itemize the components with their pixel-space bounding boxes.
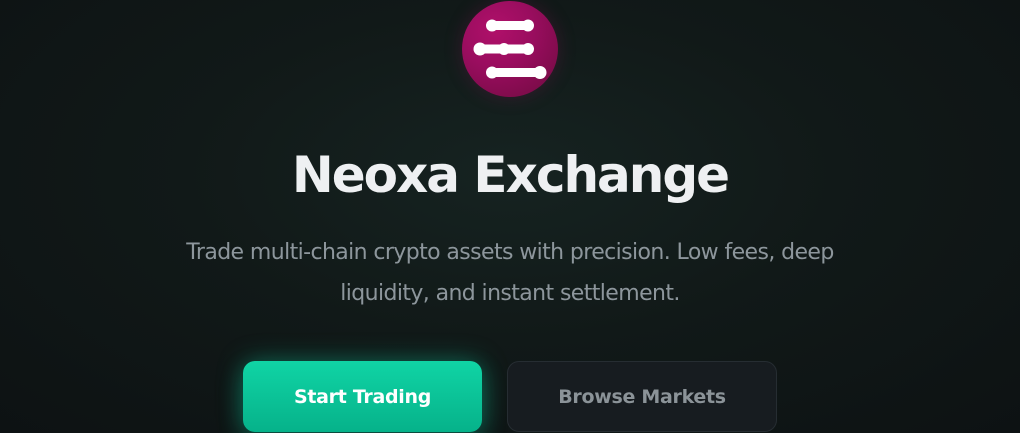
browse-markets-button[interactable]: Browse Markets: [507, 361, 777, 432]
hero-section: Neoxa Exchange Trade multi-chain crypto …: [0, 0, 1020, 433]
page-title: Neoxa Exchange: [291, 146, 730, 204]
start-trading-label: Start Trading: [293, 385, 432, 408]
neoxa-logo-icon: [462, 1, 558, 97]
start-trading-button[interactable]: Start Trading: [243, 361, 482, 432]
browse-markets-label: Browse Markets: [558, 385, 726, 408]
hero-subtitle: Trade multi-chain crypto assets with pre…: [186, 240, 834, 306]
